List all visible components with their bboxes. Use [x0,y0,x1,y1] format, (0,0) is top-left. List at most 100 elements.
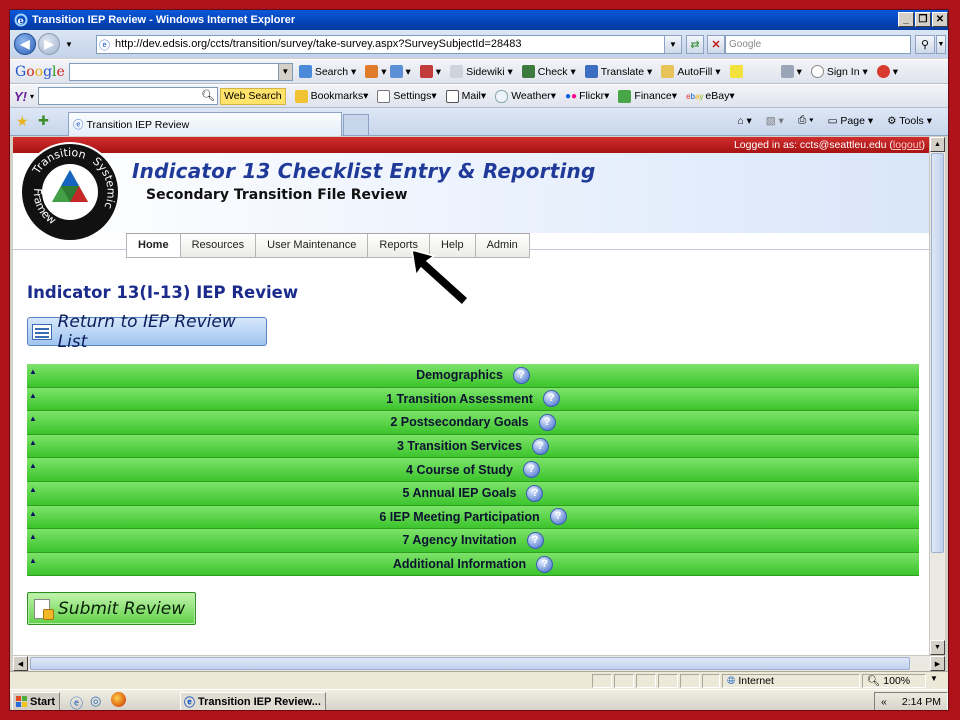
section-additional-information[interactable]: ▲ Additional Information? [27,552,919,577]
collapse-caret-icon[interactable]: ▲ [29,461,37,470]
section-annual-iep-goals[interactable]: ▲ 5 Annual IEP Goals? [27,481,919,506]
help-icon[interactable]: ? [538,413,556,431]
new-tab-button[interactable] [343,114,369,135]
help-icon[interactable]: ? [522,461,540,479]
quicklaunch-ie-icon[interactable]: ⓔ [70,693,83,710]
home-icon[interactable]: ⌂ ▾ [737,115,752,127]
taskbar-item-transition-iep-review[interactable]: ⓔ Transition IEP Review... [180,692,326,710]
bookmarks-button[interactable]: Bookmarks ▾ [294,89,368,103]
zoom-control[interactable]: 🔍︎ 100% [862,674,926,688]
clock: 2:14 PM [901,695,941,708]
scroll-down-icon[interactable]: ▼ [930,640,945,655]
section-transition-assessment[interactable]: ▲ 1 Transition Assessment? [27,387,919,412]
toolbar-extras[interactable]: ▾ ▾ [365,65,411,78]
minimize-button[interactable]: _ [898,12,914,27]
page-menu[interactable]: ▭ Page ▾ [828,115,874,127]
tab-transition-iep-review[interactable]: ⓔ Transition IEP Review [68,112,342,136]
help-icon[interactable]: ? [542,390,560,408]
search-input[interactable]: Google [725,35,911,54]
help-icon[interactable]: ? [532,437,550,455]
scroll-left-icon[interactable]: ◀ [13,656,28,671]
sidewiki-button[interactable]: Sidewiki ▾ [450,65,513,78]
pointer-arrow-icon [411,248,470,307]
yahoo-logo[interactable]: Y! [14,89,27,104]
bookmark-star-icon [294,89,308,103]
finance-button[interactable]: Finance ▾ [618,89,677,103]
tray-expand-icon[interactable]: « [881,696,887,708]
google-toolbar: Google ▼ Search ▾ ▾ ▾ ▾ Sidewiki ▾ Check… [10,59,948,84]
quicklaunch-firefox-icon[interactable] [111,692,126,707]
settings-wrench-button[interactable]: ▾ [780,65,802,78]
section-agency-invitation[interactable]: ▲ 7 Agency Invitation? [27,529,919,553]
collapse-caret-icon[interactable]: ▲ [29,532,37,541]
nav-home[interactable]: Home [126,234,181,258]
zoom-dropdown-icon[interactable]: ▼ [930,674,938,683]
addon-button[interactable]: ▾ [876,65,898,78]
collapse-caret-icon[interactable]: ▲ [29,414,37,423]
collapse-caret-icon[interactable]: ▲ [29,391,37,400]
document-icon [34,598,54,620]
horizontal-scrollbar[interactable]: ◀ ▶ [13,655,945,671]
nav-resources[interactable]: Resources [180,234,257,258]
print-icon[interactable]: ⎙ ▾ [798,114,814,127]
highlight-button[interactable] [729,65,746,78]
help-icon[interactable]: ? [526,531,544,549]
scroll-thumb[interactable] [931,153,944,553]
nav-user-maintenance[interactable]: User Maintenance [256,234,369,258]
tools-menu[interactable]: ⚙ Tools ▾ [887,115,932,127]
sign-in-button[interactable]: Sign In ▾ [810,65,868,78]
nav-admin[interactable]: Admin [475,234,530,258]
section-iep-meeting-participation[interactable]: ▲ 6 IEP Meeting Participation? [27,505,919,530]
scroll-right-icon[interactable]: ▶ [930,656,945,671]
refresh-icon[interactable]: ⇄ [686,35,704,54]
scroll-up-icon[interactable]: ▲ [930,137,945,152]
url-field[interactable]: ⓔ http://dev.edsis.org/ccts/transition/s… [96,35,682,54]
section-course-of-study[interactable]: ▲ 4 Course of Study? [27,458,919,482]
collapse-caret-icon[interactable]: ▲ [29,367,37,376]
section-demographics[interactable]: ▲ Demographics? [27,364,919,388]
favorites-star-icon[interactable]: ★ [16,113,29,130]
search-icon[interactable]: ⚲ [915,35,935,54]
flickr-button[interactable]: ● ● Flickr ▾ [565,90,609,102]
quicklaunch-outlook-icon[interactable]: ◎ [90,693,101,709]
settings-button[interactable]: Settings ▾ [377,89,437,103]
feeds-icon[interactable]: ▧ ▾ [766,115,784,127]
close-button[interactable]: ✕ [932,12,948,27]
return-to-list-button[interactable]: Return to IEP Review List [27,312,267,352]
collapse-caret-icon[interactable]: ▲ [29,438,37,447]
search-options-icon[interactable]: ▼ [936,35,946,54]
mail-button[interactable]: Mail ▾ [445,89,486,103]
google-search-button[interactable]: Search ▾ [298,65,356,78]
spell-check-button[interactable]: Check ▾ [521,65,576,78]
help-icon[interactable]: ? [536,555,554,573]
weather-button[interactable]: Weather ▾ [495,89,556,103]
start-button[interactable]: Start [12,692,60,710]
translate-button[interactable]: Translate ▾ [584,65,652,78]
ebay-button[interactable]: ebay eBay ▾ [686,90,735,102]
yahoo-search-field[interactable]: 🔍︎ [38,87,219,105]
collapse-caret-icon[interactable]: ▲ [29,556,37,565]
section-postsecondary-goals[interactable]: ▲ 2 Postsecondary Goals? [27,411,919,435]
logout-link[interactable]: logout [893,139,922,151]
window-titlebar[interactable]: e Transition IEP Review - Windows Intern… [10,10,948,30]
restore-button[interactable]: ❐ [915,12,931,27]
help-icon[interactable]: ? [526,484,544,502]
submit-review-button[interactable]: Submit Review [27,592,196,625]
section-transition-services[interactable]: ▲ 3 Transition Services? [27,434,919,459]
collapse-caret-icon[interactable]: ▲ [29,485,37,494]
back-button[interactable]: ◀ [14,33,36,55]
history-dropdown-icon[interactable]: ▼ [65,40,73,49]
vertical-scrollbar[interactable]: ▲ ▼ [929,137,945,655]
url-dropdown-icon[interactable]: ▼ [664,35,682,54]
google-search-field[interactable]: ▼ [68,62,293,81]
popup-blocker-button[interactable]: ▾ [419,65,441,78]
autofill-button[interactable]: AutoFill ▾ [661,65,721,78]
hscroll-thumb[interactable] [30,657,910,670]
collapse-caret-icon[interactable]: ▲ [29,509,37,518]
help-icon[interactable]: ? [512,366,530,384]
add-favorites-icon[interactable]: ✚ [38,113,49,129]
forward-button[interactable]: ▶ [38,33,60,55]
stop-icon[interactable]: ✕ [707,35,725,54]
web-search-button[interactable]: Web Search [220,87,286,105]
help-icon[interactable]: ? [549,508,567,526]
